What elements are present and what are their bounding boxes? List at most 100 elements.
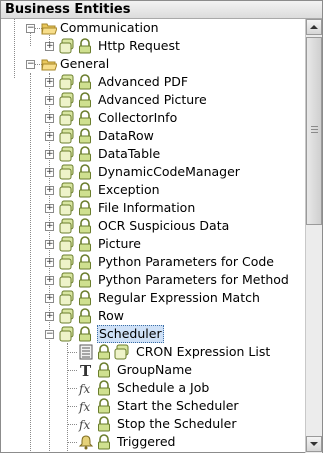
lock-icon	[79, 110, 91, 126]
expand-toggle[interactable]: +	[45, 204, 54, 213]
expand-toggle[interactable]: +	[45, 186, 54, 195]
tree-item-label: CRON Expression List	[136, 344, 271, 359]
expand-toggle[interactable]: +	[45, 150, 54, 159]
tree-item[interactable]: + DataRow	[1, 127, 304, 145]
lock-icon	[79, 272, 91, 288]
lock-icon	[79, 182, 91, 198]
expand-toggle[interactable]: +	[45, 96, 54, 105]
tree-item[interactable]: + Exception	[1, 181, 304, 199]
tree-item[interactable]: + File Information	[1, 199, 304, 217]
expand-toggle[interactable]: +	[45, 276, 54, 285]
lock-icon	[98, 380, 110, 396]
svg-text:fx: fx	[78, 382, 90, 396]
lock-icon	[79, 236, 91, 252]
tree-item-label: CollectorInfo	[98, 110, 178, 125]
scroll-thumb[interactable]	[306, 37, 322, 225]
entity-icon	[59, 200, 74, 216]
lock-icon	[98, 416, 110, 432]
function-icon: fx	[78, 400, 90, 414]
lock-icon	[98, 434, 110, 450]
expand-toggle[interactable]: +	[45, 78, 54, 87]
tree-item[interactable]: + Row	[1, 307, 304, 325]
entity-icon	[59, 308, 74, 324]
expand-toggle[interactable]: +	[45, 42, 54, 51]
tree-item-label: Http Request	[98, 38, 180, 53]
tree-item[interactable]: + Python Parameters for Code	[1, 253, 304, 271]
collapse-toggle[interactable]: −	[26, 24, 35, 33]
scroll-down-button[interactable]	[306, 436, 322, 452]
tree-item[interactable]: + Picture	[1, 235, 304, 253]
entity-icon	[59, 326, 74, 342]
tree-item[interactable]: + OCR Suspicious Data	[1, 217, 304, 235]
panel-title: Business Entities	[1, 1, 322, 19]
tree-item-label: Schedule a Job	[117, 380, 210, 395]
tree-item-label: Regular Expression Match	[98, 290, 260, 305]
expand-toggle[interactable]: +	[45, 168, 54, 177]
tree-item[interactable]: CRON Expression List	[1, 343, 304, 361]
tree-item-label: DataRow	[98, 128, 154, 143]
tree-item[interactable]: fx Stop the Scheduler	[1, 415, 304, 433]
text-type-icon: T	[80, 362, 92, 378]
entity-tree: − Communication + Http Request − General…	[1, 19, 304, 453]
tree-item-label: DynamicCodeManager	[98, 164, 240, 179]
tree-node-general[interactable]: − General	[1, 55, 304, 73]
entity-icon	[59, 164, 74, 180]
expand-toggle[interactable]: +	[45, 312, 54, 321]
folder-open-icon	[41, 23, 57, 35]
tree-node-scheduler[interactable]: − Scheduler	[1, 325, 304, 343]
tree-item-label: Python Parameters for Code	[98, 254, 274, 269]
tree-node-label-selected: Scheduler	[97, 325, 164, 343]
lock-icon	[79, 200, 91, 216]
expand-toggle[interactable]: +	[45, 132, 54, 141]
tree-item[interactable]: + CollectorInfo	[1, 109, 304, 127]
lock-icon	[79, 128, 91, 144]
entity-icon	[59, 236, 74, 252]
tree-item[interactable]: + DataTable	[1, 145, 304, 163]
entity-icon	[59, 110, 74, 126]
lock-icon	[98, 398, 110, 414]
folder-open-icon	[41, 59, 57, 71]
scroll-up-button[interactable]	[306, 19, 322, 35]
tree-item[interactable]: fx Schedule a Job	[1, 379, 304, 397]
entity-icon	[59, 272, 74, 288]
function-icon: fx	[78, 382, 90, 396]
expand-toggle[interactable]: +	[45, 240, 54, 249]
collapse-toggle[interactable]: −	[26, 60, 35, 69]
tree-item[interactable]: fx Start the Scheduler	[1, 397, 304, 415]
tree-item[interactable]: + Http Request	[1, 37, 304, 55]
expand-toggle[interactable]: +	[45, 258, 54, 267]
tree-item-label: Start the Scheduler	[117, 398, 239, 413]
tree-item-label: Picture	[98, 236, 141, 251]
expand-toggle[interactable]: +	[45, 114, 54, 123]
tree-item-label: Stop the Scheduler	[117, 416, 237, 431]
lock-icon	[98, 344, 110, 360]
entity-icon	[59, 74, 74, 90]
tree-item-label: Advanced PDF	[98, 74, 189, 89]
entity-icon	[59, 290, 74, 306]
expand-toggle[interactable]: +	[45, 222, 54, 231]
tree-item[interactable]: Triggered	[1, 433, 304, 451]
tree-item[interactable]: + DynamicCodeManager	[1, 163, 304, 181]
entity-icon	[59, 218, 74, 234]
lock-icon	[79, 164, 91, 180]
tree-item-label: GroupName	[117, 362, 192, 377]
tree-item[interactable]: T GroupName	[1, 361, 304, 379]
expand-toggle[interactable]: +	[45, 294, 54, 303]
arrow-up-icon	[310, 25, 318, 29]
tree-item-label: Triggered	[117, 434, 176, 449]
tree-item[interactable]: + Advanced PDF	[1, 73, 304, 91]
collapse-toggle[interactable]: −	[45, 330, 54, 339]
business-entities-panel: Business Entities − Communication + Http…	[0, 0, 323, 453]
tree-item[interactable]: + Advanced Picture	[1, 91, 304, 109]
tree-node-label: Communication	[60, 20, 159, 35]
entity-icon	[59, 92, 74, 108]
entity-icon	[59, 254, 74, 270]
tree-item[interactable]: + Regular Expression Match	[1, 289, 304, 307]
vertical-scrollbar[interactable]	[305, 19, 322, 453]
tree-item-label: DataTable	[98, 146, 161, 161]
tree-node-communication[interactable]: − Communication	[1, 19, 304, 37]
lock-icon	[79, 326, 91, 342]
entity-icon	[59, 38, 74, 54]
tree-item[interactable]: + Python Parameters for Method	[1, 271, 304, 289]
tree-node-label: General	[60, 56, 110, 71]
